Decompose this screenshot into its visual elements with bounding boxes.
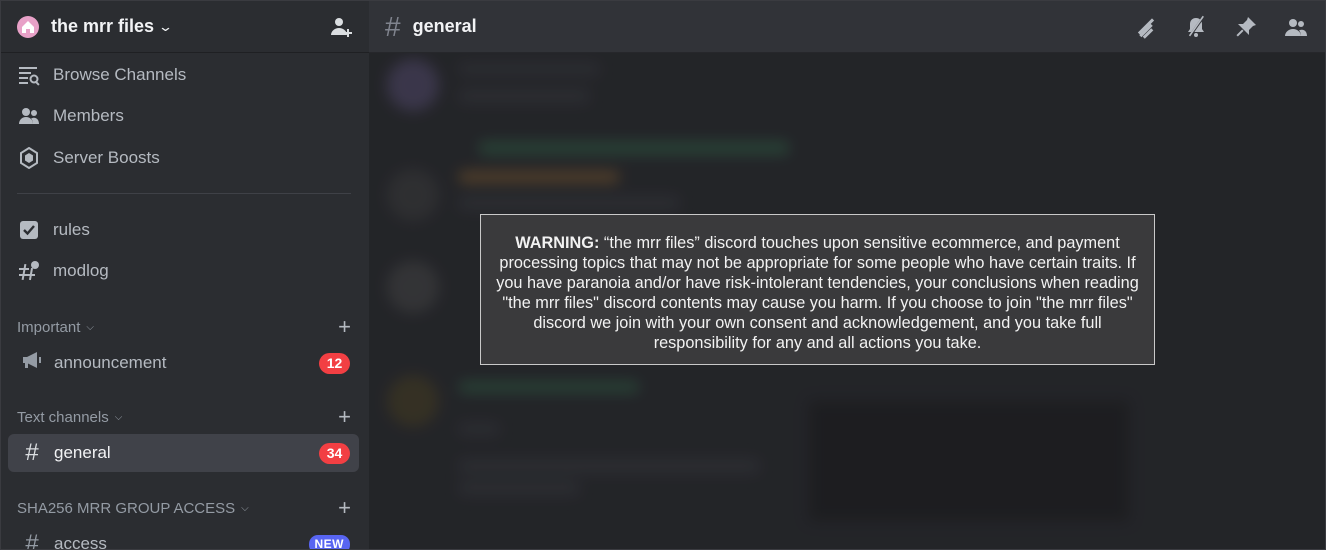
add-channel-icon[interactable]: + [338, 316, 351, 338]
hash-icon: # [25, 439, 39, 466]
channel-access[interactable]: # access NEW [8, 525, 359, 550]
warning-prefix: WARNING: [515, 234, 600, 252]
browse-channels-label: Browse Channels [53, 65, 187, 84]
member-list-icon[interactable] [1283, 14, 1309, 40]
add-channel-icon[interactable]: + [338, 497, 351, 519]
chevron-down-icon: ⌵ [241, 502, 249, 514]
pin-icon[interactable] [1233, 14, 1259, 40]
mute-bell-icon[interactable] [1183, 14, 1209, 40]
server-header[interactable]: the mrr files ⌄ [1, 1, 369, 53]
boost-icon [17, 146, 41, 170]
channel-announcement-label: announcement [54, 353, 167, 372]
header-toolbar [1133, 14, 1309, 40]
channel-modlog-label: modlog [53, 261, 109, 280]
sidebar-divider [17, 193, 351, 194]
server-boosts-label: Server Boosts [53, 148, 160, 167]
chevron-down-icon: ⌵ [114, 411, 123, 423]
chevron-down-icon: ⌄ [157, 18, 174, 34]
hash-icon: # [25, 530, 39, 550]
thread-hash-icon [17, 259, 41, 283]
category-text-channels[interactable]: Text channels ⌵ + [17, 405, 351, 429]
members-item[interactable]: Members [15, 98, 355, 134]
invite-people-icon[interactable] [329, 15, 353, 39]
members-icon [17, 104, 41, 128]
announcement-icon [20, 349, 44, 378]
channel-announcement[interactable]: announcement 12 [8, 344, 359, 382]
category-important-label: Important [17, 318, 81, 336]
threads-icon[interactable] [1133, 14, 1159, 40]
channel-rules-label: rules [53, 220, 90, 239]
channel-modlog[interactable]: modlog [15, 253, 355, 289]
channel-title: general [412, 16, 477, 36]
channel-access-label: access [54, 534, 107, 550]
mention-badge: 34 [319, 442, 350, 464]
members-label: Members [53, 106, 124, 125]
browse-channels-item[interactable]: Browse Channels [15, 57, 355, 93]
discord-window: the mrr files ⌄ Browse Channels Members … [0, 0, 1326, 550]
category-important[interactable]: Important ⌵ + [17, 315, 351, 339]
rules-icon [17, 218, 41, 242]
chat-area: # general WARNING: “the mrr files” disco… [369, 1, 1325, 549]
server-boosts-item[interactable]: Server Boosts [15, 140, 355, 176]
channel-header: # general [369, 1, 1325, 53]
chevron-down-icon: ⌵ [86, 321, 94, 333]
hash-icon: # [385, 10, 401, 42]
category-sha256-mrr-group-access[interactable]: SHA256 MRR GROUP ACCESS ⌵ + [17, 496, 351, 520]
new-badge: NEW [308, 534, 350, 549]
warning-notice: WARNING: “the mrr files” discord touches… [480, 214, 1155, 365]
add-channel-icon[interactable]: + [338, 406, 351, 428]
server-name: the mrr files [51, 16, 155, 36]
channel-rules[interactable]: rules [15, 212, 355, 248]
category-sha-label: SHA256 MRR GROUP ACCESS [17, 499, 236, 517]
channel-general[interactable]: # general 34 [8, 434, 359, 472]
mention-badge: 12 [319, 352, 350, 374]
browse-channels-icon [17, 63, 41, 87]
channel-sidebar: the mrr files ⌄ Browse Channels Members … [1, 1, 369, 549]
category-text-label: Text channels [17, 408, 109, 426]
channel-general-label: general [54, 443, 111, 462]
server-home-icon [17, 15, 39, 38]
